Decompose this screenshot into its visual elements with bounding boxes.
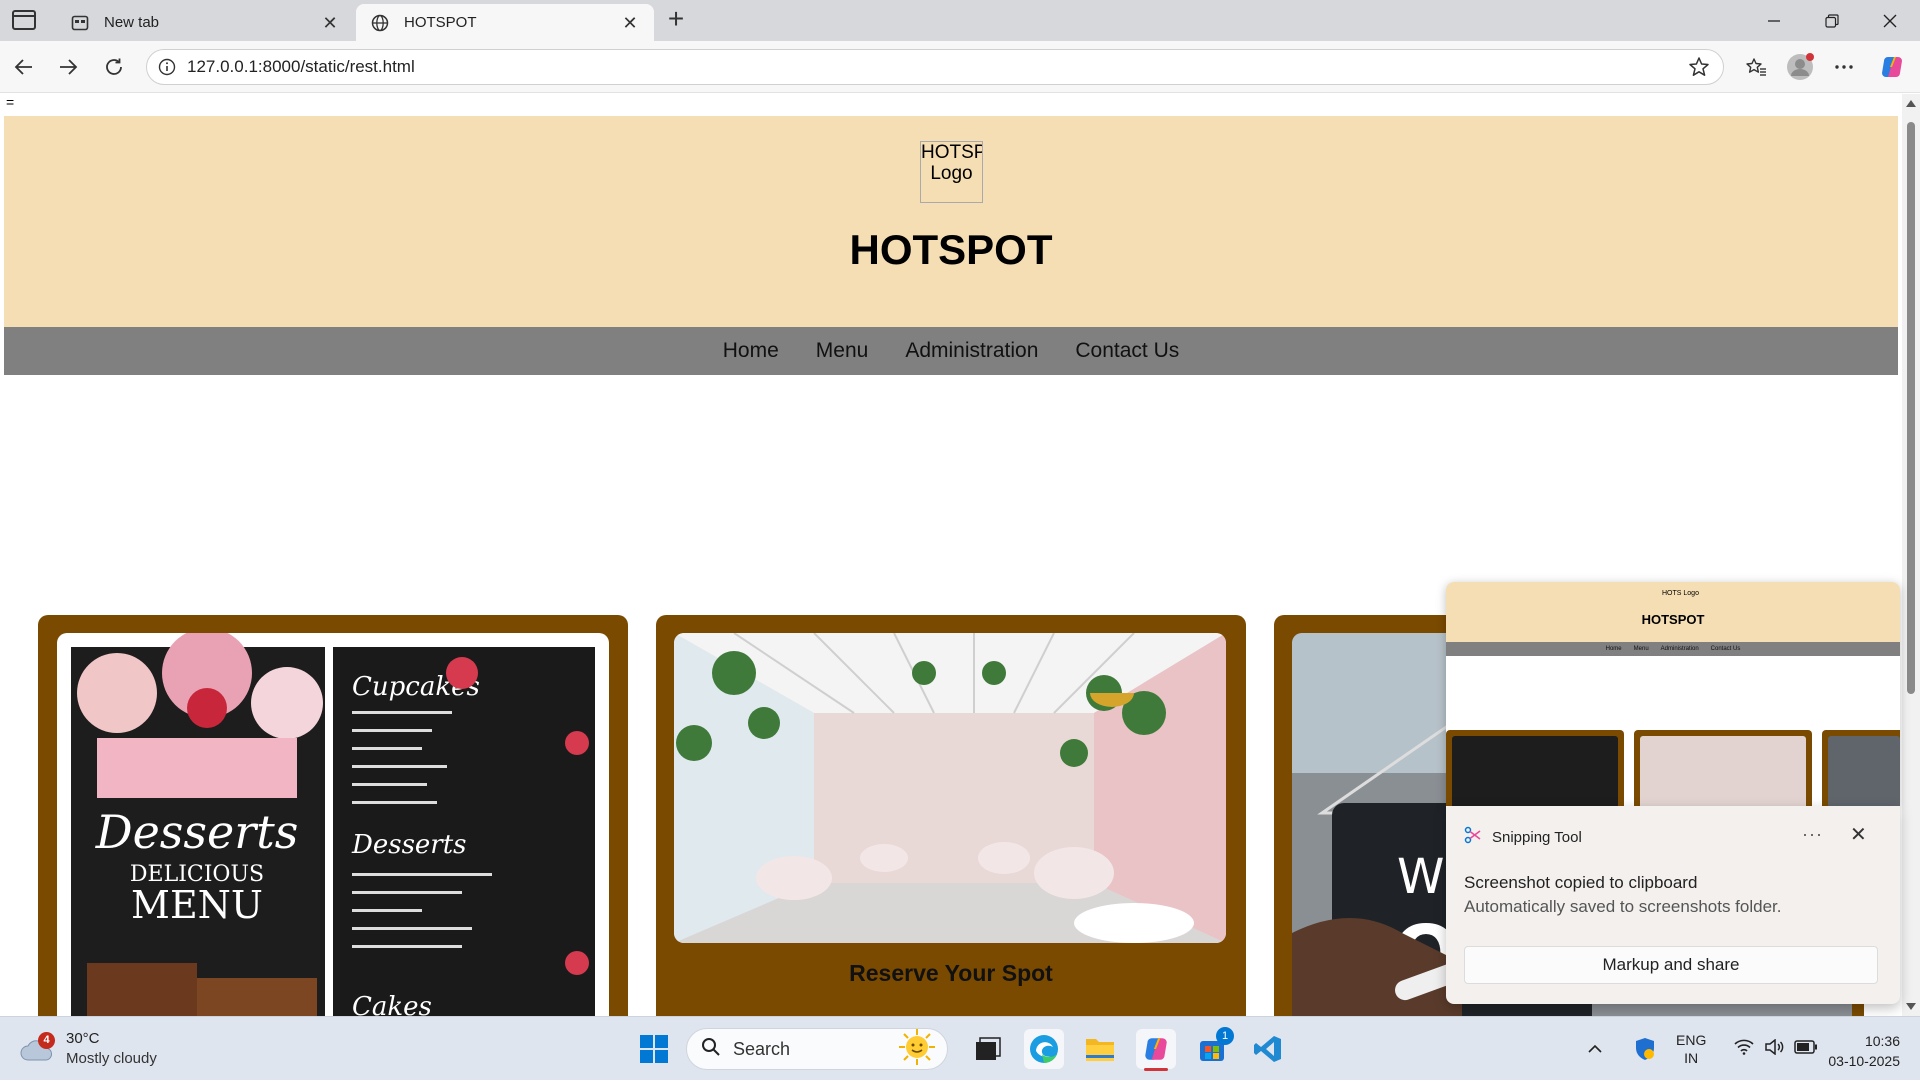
weather-desc: Mostly cloudy [66,1050,157,1067]
language-region: IN [1684,1050,1699,1066]
refresh-icon[interactable] [100,53,128,81]
close-window-icon[interactable] [1868,8,1912,34]
stray-text: = [6,94,15,110]
site-header: HOTSPOT Logo HOTSPOT [4,116,1898,327]
system-tray: ENG IN [1580,1017,1818,1081]
volume-icon[interactable] [1764,1037,1784,1060]
desserts-menu-image: Desserts DELICIOUS MENU Cupcakes Dessert… [57,633,609,1016]
card-caption: Reserve Your Spot [849,960,1053,986]
preview-logo: HOTS Logo [1662,590,1699,597]
toast-app-name: Snipping Tool [1492,828,1582,846]
preview-nav: Home Menu Administration Contact Us [1446,642,1900,656]
site-nav: Home Menu Administration Contact Us [4,327,1898,375]
wifi-icon[interactable] [1734,1039,1754,1060]
copilot-icon[interactable] [1878,53,1906,81]
windows-taskbar: 4 30°C Mostly cloudy Search 1 ENG IN 10:… [0,1016,1920,1080]
chevron-up-icon[interactable] [1580,1044,1610,1054]
page-scrollbar[interactable] [1902,94,1920,1016]
taskbar-search[interactable]: Search [686,1028,948,1070]
preview-card [1822,730,1900,806]
close-icon[interactable]: ✕ [620,13,640,33]
task-view-icon[interactable] [968,1029,1008,1069]
restaurant-interior-image [674,633,1226,943]
preview-card [1634,730,1812,806]
markup-and-share-button[interactable]: Markup and share [1464,946,1878,984]
tab-actions-icon[interactable] [12,10,36,30]
toast-header: Snipping Tool [1464,826,1582,848]
preview-nav-item: Menu [1633,646,1649,652]
preview-header: HOTS Logo HOTSPOT [1446,582,1900,642]
close-icon[interactable]: ✕ [1850,822,1867,847]
svg-text:Desserts: Desserts [95,805,299,859]
sun-face-icon [897,1028,937,1070]
globe-icon [370,13,390,33]
nav-administration-link[interactable]: Administration [905,339,1038,363]
favorite-star-icon[interactable] [1687,55,1711,79]
tab-new-tab[interactable]: New tab ✕ [56,4,354,41]
close-icon[interactable]: ✕ [320,13,340,33]
tab-hotspot[interactable]: HOTSPOT ✕ [356,4,654,41]
preview-title: HOTSPOT [1641,612,1705,627]
language-indicator[interactable]: ENG [1676,1031,1706,1049]
url-text[interactable]: 127.0.0.1:8000/static/rest.html [187,57,1687,77]
tab-title: HOTSPOT [404,14,477,31]
preview-nav-item: Home [1605,646,1622,652]
snipping-preview-thumbnail[interactable]: HOTS Logo HOTSPOT Home Menu Administrati… [1446,582,1900,806]
store-badge: 1 [1216,1027,1234,1045]
favorites-icon[interactable] [1742,53,1770,81]
clock-time: 10:36 [1864,1033,1900,1049]
snipping-tool-notification[interactable]: Snipping Tool ··· ✕ Screenshot copied to… [1446,806,1900,1004]
scrollbar-thumb[interactable] [1907,122,1915,694]
info-icon[interactable] [157,57,177,77]
cloud-icon: 4 [20,1032,55,1062]
scroll-up-icon[interactable] [1906,100,1916,107]
profile-avatar-icon[interactable] [1786,53,1814,81]
preview-nav-item: Administration [1660,646,1699,652]
preview-card [1446,730,1624,806]
tab-title: New tab [104,14,160,31]
toast-subtext: Automatically saved to screenshots folde… [1464,897,1782,916]
edge-icon[interactable] [1024,1029,1064,1069]
nav-contact-link[interactable]: Contact Us [1075,339,1179,363]
browser-toolbar: 127.0.0.1:8000/static/rest.html [0,41,1920,93]
minimize-icon[interactable] [1752,8,1796,34]
clock-date: 03-10-2025 [1828,1053,1900,1069]
weather-temp: 30°C [66,1030,100,1047]
nav-menu-link[interactable]: Menu [816,339,869,363]
preview-nav-item: Contact Us [1710,646,1741,652]
svg-text:Desserts: Desserts [351,830,467,860]
security-shield-icon[interactable] [1622,1037,1668,1061]
card-reserve[interactable]: Reserve Your Spot [656,615,1246,1016]
search-placeholder: Search [733,1038,791,1059]
broken-logo-image: HOTSPOT Logo [920,141,983,203]
card-menu[interactable]: Desserts DELICIOUS MENU Cupcakes Dessert… [38,615,628,1016]
search-icon [701,1037,721,1062]
forward-icon[interactable] [54,53,82,81]
svg-text:MENU: MENU [131,883,263,927]
address-bar[interactable]: 127.0.0.1:8000/static/rest.html [146,49,1724,85]
new-tab-page-icon [70,13,90,33]
microsoft-store-icon[interactable]: 1 [1192,1027,1234,1069]
site-title: HOTSPOT [849,226,1053,273]
more-options-icon[interactable] [1830,53,1858,81]
restore-icon[interactable] [1810,8,1854,34]
weather-alert-badge: 4 [38,1032,55,1049]
file-explorer-icon[interactable] [1080,1029,1120,1069]
new-tab-button[interactable]: + [662,5,690,34]
taskbar-clock[interactable]: 10:36 03-10-2025 [1812,1031,1900,1071]
more-options-icon[interactable]: ··· [1802,824,1823,845]
svg-text:Cakes: Cakes [352,992,432,1016]
scroll-down-icon[interactable] [1906,1003,1916,1010]
weather-widget[interactable]: 4 30°C Mostly cloudy [20,1029,157,1069]
back-icon[interactable] [10,53,38,81]
copilot-app-icon[interactable] [1136,1029,1176,1071]
start-icon[interactable] [634,1029,674,1069]
vscode-icon[interactable] [1248,1029,1288,1069]
snipping-tool-icon [1464,826,1482,848]
toast-message: Screenshot copied to clipboard [1464,873,1698,892]
svg-text:W: W [1397,849,1444,905]
nav-home-link[interactable]: Home [723,339,779,363]
browser-tab-bar: New tab ✕ HOTSPOT ✕ + [0,0,1920,41]
